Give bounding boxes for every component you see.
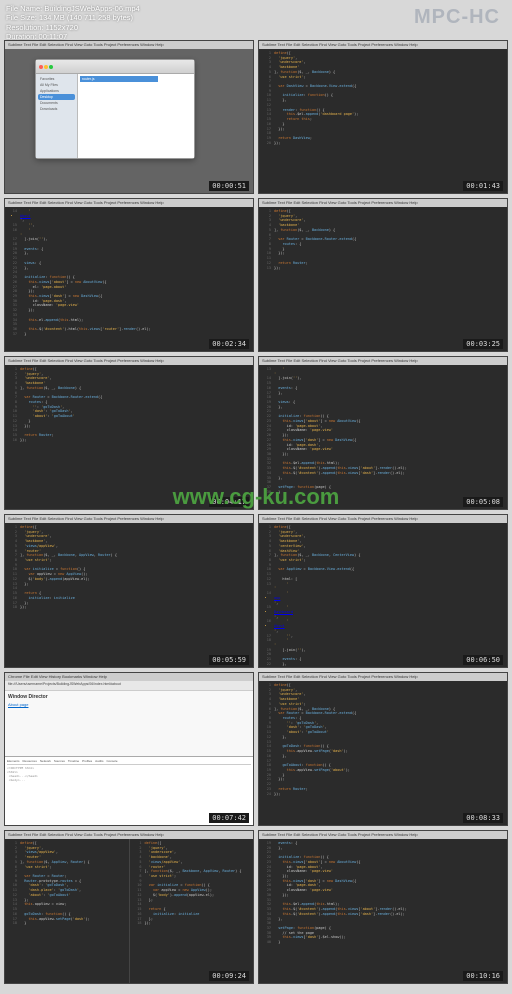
code-editor: 1define([2 'jquery',3 'underscore',4 'ba…	[259, 523, 507, 667]
menubar: Sublime Text File Edit Selection Find Vi…	[5, 831, 253, 839]
code-editor: 13 ''14 ].join(''),1516 events: {17 },18…	[259, 365, 507, 509]
thumbnail-grid: Sublime Text File Edit Selection Find Vi…	[4, 40, 508, 984]
thumbnail-7[interactable]: Sublime Text File Edit Selection Find Vi…	[4, 514, 254, 668]
menubar: Sublime Text File Edit Selection Find Vi…	[259, 515, 507, 523]
thumbnail-10[interactable]: Sublime Text File Edit Selection Find Vi…	[258, 672, 508, 826]
timestamp: 00:02:34	[209, 339, 249, 349]
thumbnail-9[interactable]: Chrome File Edit View History Bookmarks …	[4, 672, 254, 826]
menubar: Sublime Text File Edit Selection Find Vi…	[259, 357, 507, 365]
devtools-tab[interactable]: Timeline	[68, 759, 79, 763]
close-icon[interactable]	[39, 65, 43, 69]
devtools-tab[interactable]: Sources	[54, 759, 65, 763]
minimize-icon[interactable]	[44, 65, 48, 69]
devtools-tab[interactable]: Profiles	[82, 759, 92, 763]
timestamp: 00:06:50	[463, 655, 503, 665]
timestamp: 00:05:59	[209, 655, 249, 665]
devtools-tab[interactable]: Network	[40, 759, 51, 763]
menubar: Sublime Text File Edit Selection Find Vi…	[5, 41, 253, 49]
maximize-icon[interactable]	[49, 65, 53, 69]
thumbnail-5[interactable]: Sublime Text File Edit Selection Find Vi…	[4, 356, 254, 510]
timestamp: 00:04:17	[209, 497, 249, 507]
timestamp: 00:07:42	[209, 813, 249, 823]
code-editor: 19 events: {20 },2122 initialize: functi…	[259, 839, 507, 983]
menubar: Chrome File Edit View History Bookmarks …	[5, 673, 253, 681]
code-editor: 1define([2 'jquery',3 'underscore',4 'ba…	[259, 681, 507, 825]
thumbnail-3[interactable]: Sublime Text File Edit Selection Find Vi…	[4, 198, 254, 352]
finder-window: Favorites All My Files Applications Desk…	[35, 59, 195, 159]
menubar: Sublime Text File Edit Selection Find Vi…	[259, 41, 507, 49]
code-editor: 1define([2 'jquery',3 'underscore',4 'ba…	[259, 207, 507, 351]
menubar: Sublime Text File Edit Selection Find Vi…	[5, 199, 253, 207]
thumbnail-12[interactable]: Sublime Text File Edit Selection Find Vi…	[258, 830, 508, 984]
menubar: Sublime Text File Edit Selection Find Vi…	[259, 199, 507, 207]
thumbnail-6[interactable]: Sublime Text File Edit Selection Find Vi…	[258, 356, 508, 510]
timestamp: 00:03:25	[463, 339, 503, 349]
menubar: Sublime Text File Edit Selection Find Vi…	[5, 515, 253, 523]
menubar: Sublime Text File Edit Selection Find Vi…	[259, 831, 507, 839]
devtools-tab[interactable]: Audits	[95, 759, 103, 763]
code-editor: 1define([2 'jquery',3 'underscore',4 'ba…	[5, 365, 253, 509]
finder-file-selected[interactable]: router.js	[80, 76, 158, 82]
menubar: Sublime Text File Edit Selection Find Vi…	[259, 673, 507, 681]
page-title: Window Director	[8, 694, 250, 700]
devtools-tab[interactable]: Resources	[23, 759, 37, 763]
code-editor: 1define([2 'jquery',3 'underscore',4 'ba…	[5, 523, 253, 667]
file-info: File Name: BuildingJSWebApps-06.mp4 File…	[6, 4, 140, 42]
devtools-tab[interactable]: Console	[106, 759, 117, 763]
player-title: MPC-HC	[414, 6, 500, 29]
thumbnail-11[interactable]: Sublime Text File Edit Selection Find Vi…	[4, 830, 254, 984]
timestamp: 00:09:24	[209, 971, 249, 981]
menubar: Sublime Text File Edit Selection Find Vi…	[5, 357, 253, 365]
browser-window: file:///Users/username/Projects/Building…	[5, 681, 253, 825]
address-bar[interactable]: file:///Users/username/Projects/Building…	[5, 681, 253, 691]
code-editor-left: 1define([2 'jquery',3 'views/appView',4 …	[5, 839, 130, 983]
timestamp: 00:10:16	[463, 971, 503, 981]
timestamp: 00:00:51	[209, 181, 249, 191]
devtools-tab[interactable]: Elements	[7, 759, 20, 763]
thumbnail-1[interactable]: Sublime Text File Edit Selection Find Vi…	[4, 40, 254, 194]
timestamp: 00:08:33	[463, 813, 503, 823]
timestamp: 00:05:08	[463, 497, 503, 507]
code-editor: 1define([2 'jquery',3 'underscore',4 'ba…	[259, 49, 507, 193]
thumbnail-8[interactable]: Sublime Text File Edit Selection Find Vi…	[258, 514, 508, 668]
thumbnail-2[interactable]: Sublime Text File Edit Selection Find Vi…	[258, 40, 508, 194]
thumbnail-4[interactable]: Sublime Text File Edit Selection Find Vi…	[258, 198, 508, 352]
code-editor: 14 'About',15 '',16 ''17 ].join(''),1819…	[5, 207, 253, 351]
finder-sidebar: Favorites All My Files Applications Desk…	[36, 74, 78, 158]
timestamp: 00:01:43	[463, 181, 503, 191]
finder-titlebar	[36, 60, 194, 74]
nav-link-about[interactable]: About page	[8, 702, 250, 707]
code-editor-right: 1define([2 'jquery',3 'underscore',4 'ba…	[130, 839, 254, 983]
